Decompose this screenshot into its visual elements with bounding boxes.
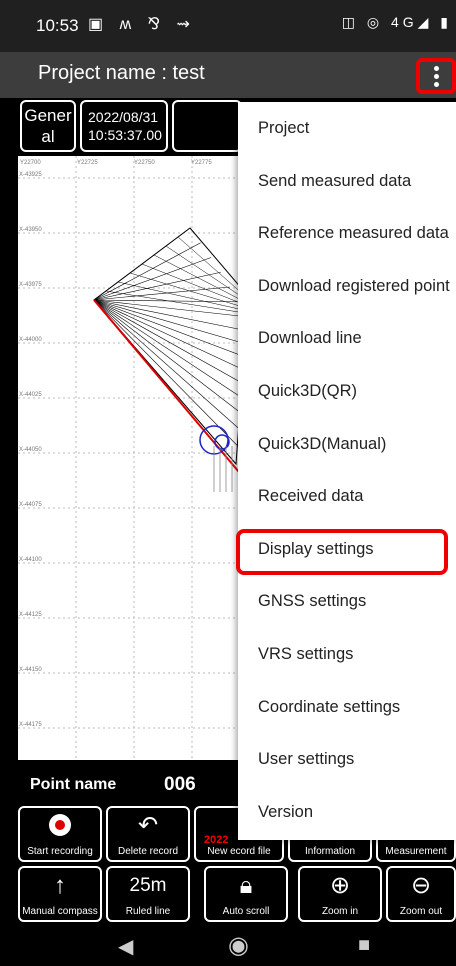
system-icons: ◫ ◎ 4G◢ ▮: [341, 14, 452, 30]
axis-label-x: X-44150: [19, 667, 42, 673]
menu-item-send-measured-data[interactable]: Send measured data: [238, 155, 456, 207]
home-icon[interactable]: ◉: [228, 931, 249, 960]
info-box: [172, 100, 242, 152]
menu-item-version[interactable]: Version: [238, 786, 456, 838]
mesh-line: [93, 299, 246, 435]
display-settings-highlight: [236, 529, 448, 575]
app-bar: Project name : test: [0, 52, 456, 98]
mesh-line: [141, 263, 249, 307]
new-record-file-label: New ecord file: [207, 846, 271, 857]
recents-icon[interactable]: ■: [358, 934, 370, 957]
menu-item-label: Quick3D(Manual): [258, 434, 387, 453]
ruled-line-value: 25m: [129, 875, 167, 896]
manual-compass-button[interactable]: ↑ Manual compass: [18, 866, 102, 922]
information-label: Information: [304, 846, 356, 857]
axis-label-x: X-44125: [19, 612, 42, 618]
overflow-menu: Project Send measured data Reference measu…: [238, 102, 456, 840]
auto-scroll-label: Auto scroll: [222, 906, 270, 917]
menu-item-label: Received data: [258, 487, 364, 506]
status-bar: 10:53 ▣ ʍ ⅋ ⇝ ◫ ◎ 4G◢ ▮: [0, 0, 456, 52]
arrow-up-icon: ↑: [54, 872, 66, 899]
delete-record-label: Delete record: [117, 846, 179, 857]
zoom-in-icon: ⊕: [329, 872, 351, 899]
start-recording-button[interactable]: Start recording: [18, 806, 102, 862]
record-icon: [49, 814, 71, 836]
menu-item-label: GNSS settings: [258, 592, 367, 611]
zoom-in-label: Zoom in: [321, 906, 359, 917]
menu-item-download-line[interactable]: Download line: [238, 312, 456, 364]
ruled-line-label: Ruled line: [125, 906, 171, 917]
menu-item-download-registered-point[interactable]: Download registered point: [238, 260, 456, 312]
zoom-out-icon: ⊖: [410, 872, 432, 899]
general-button[interactable]: Gener al: [20, 100, 76, 152]
mesh-line: [93, 299, 250, 420]
delete-record-button[interactable]: ↶ Delete record: [106, 806, 190, 862]
menu-item-user-settings[interactable]: User settings: [238, 733, 456, 785]
axis-label-y: Y22725: [77, 160, 98, 166]
auto-scroll-button[interactable]: 🔒︎ Auto scroll: [204, 866, 288, 922]
axis-label-y: Y22775: [191, 160, 212, 166]
menu-item-label: Download line: [258, 329, 362, 348]
menu-item-label: VRS settings: [258, 645, 354, 663]
manual-compass-label: Manual compass: [22, 906, 98, 917]
ruled-line-button[interactable]: 25m Ruled line: [106, 866, 190, 922]
start-recording-label: Start recording: [27, 846, 93, 857]
mesh-line: [93, 299, 256, 391]
menu-item-label: User settings: [258, 750, 355, 769]
lock-icon: 🔒︎: [239, 872, 253, 899]
axis-label-y: Y22750: [134, 160, 155, 166]
menu-item-label: Reference measured data: [258, 224, 449, 243]
axis-label-x: X-44175: [19, 722, 42, 728]
point-name-value: 006: [164, 774, 196, 795]
menu-item-label: Version: [258, 802, 314, 821]
axis-label-x: X-44000: [19, 337, 42, 343]
menu-item-coordinate-settings[interactable]: Coordinate settings: [238, 681, 456, 733]
new-record-overlay-text: 2022: [204, 834, 229, 846]
menu-item-reference-measured-data[interactable]: Reference measured data: [238, 207, 456, 259]
date-value: 2022/08/31: [88, 109, 159, 125]
axis-label-x: X-43975: [19, 282, 42, 288]
page-title: Project name : test: [38, 62, 205, 84]
back-icon[interactable]: ◀: [118, 934, 133, 959]
axis-label-x: X-44050: [19, 447, 42, 453]
menu-item-project[interactable]: Project: [238, 102, 456, 154]
mesh-line: [129, 272, 249, 309]
mesh-line: [165, 245, 249, 302]
menu-item-label: Project: [258, 119, 310, 137]
axis-label-x: X-43925: [19, 172, 42, 178]
axis-label-y: Y22700: [20, 160, 41, 166]
mesh-line: [117, 281, 249, 312]
axis-label-x: X-44025: [19, 392, 42, 398]
menu-item-label: Download registered point: [258, 276, 450, 295]
axis-label-x: X-43950: [19, 227, 42, 233]
survey-outline: [93, 227, 249, 466]
datetime-display: 2022/08/31 10:53:37.00: [80, 100, 168, 152]
navigation-bar: ◀ ◉ ■: [0, 926, 456, 966]
zoom-in-button[interactable]: ⊕ Zoom in: [298, 866, 382, 922]
notification-icons: ▣ ʍ ⅋ ⇝: [88, 16, 196, 33]
axis-label-x: X-44075: [19, 502, 42, 508]
menu-item-vrs-settings[interactable]: VRS settings: [238, 628, 456, 680]
point-name-label: Point name: [30, 776, 117, 793]
menu-item-received-data[interactable]: Received data: [238, 470, 456, 522]
axis-label-x: X-44100: [19, 557, 42, 563]
time-value: 10:53:37.00: [88, 127, 162, 143]
menu-item-label: Send measured data: [258, 171, 412, 190]
overflow-menu-icon[interactable]: [416, 58, 456, 94]
menu-item-gnss-settings[interactable]: GNSS settings: [238, 575, 456, 627]
menu-item-label: Quick3D(QR): [258, 382, 358, 400]
zoom-out-button[interactable]: ⊖ Zoom out: [386, 866, 456, 922]
mesh-line: [93, 257, 212, 301]
menu-item-quick3d-manual[interactable]: Quick3D(Manual): [238, 418, 456, 470]
undo-icon: ↶: [137, 812, 159, 839]
status-time: 10:53: [36, 16, 79, 35]
mesh-line: [93, 299, 256, 376]
menu-item-quick3d-qr[interactable]: Quick3D(QR): [238, 365, 456, 417]
menu-item-label: Coordinate settings: [258, 697, 401, 716]
measurement-label: Measurement: [385, 846, 447, 857]
zoom-out-label: Zoom out: [399, 906, 443, 917]
